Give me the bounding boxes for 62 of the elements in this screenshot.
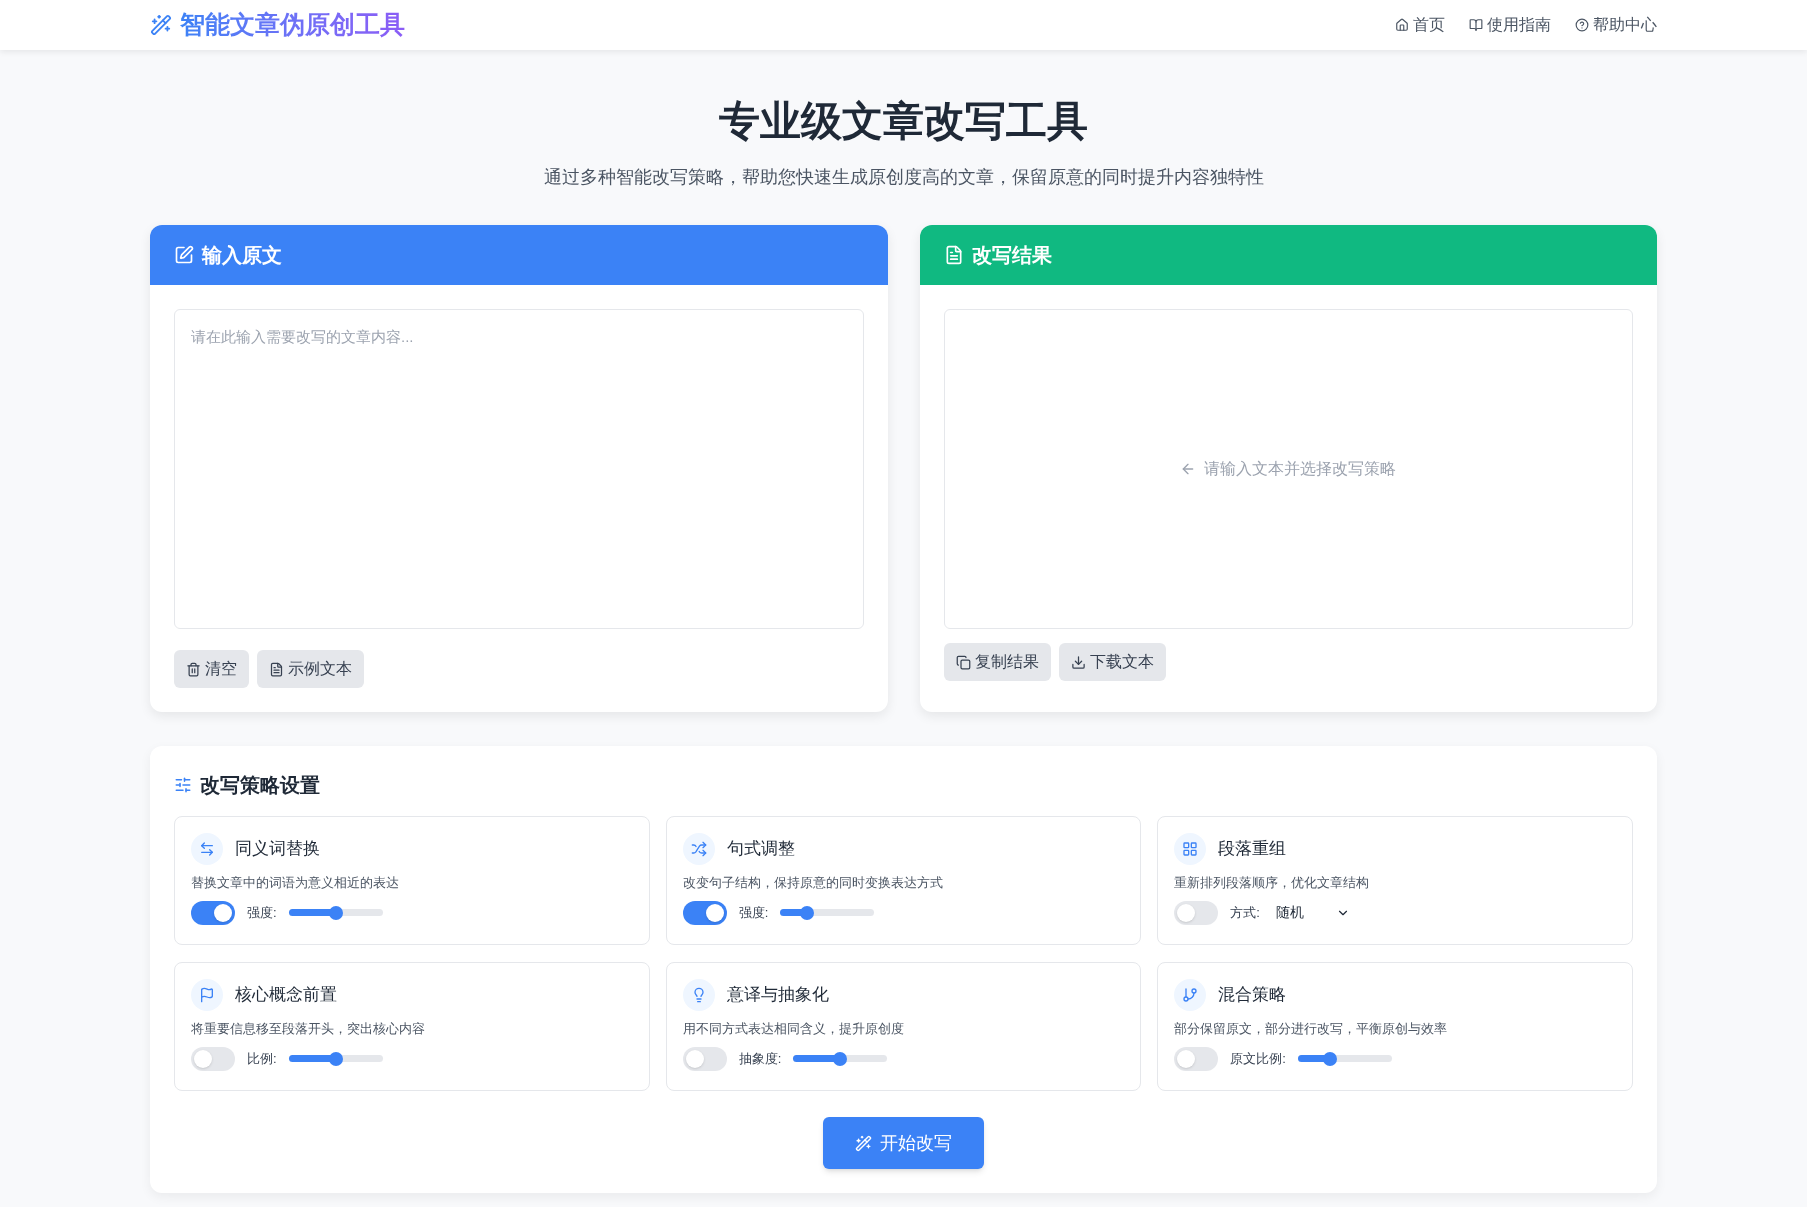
nav-link[interactable]: 首页 [1395,13,1445,37]
copy-icon [955,654,971,670]
strategy-name: 段落重组 [1218,838,1287,861]
slider[interactable] [288,904,383,921]
control-label: 强度: [738,903,769,922]
book-icon [1469,18,1483,32]
toggle-switch[interactable] [1174,1046,1219,1071]
method-select[interactable]: 随机 [1271,902,1354,923]
flag-icon [191,979,223,1011]
control-label: 比例: [247,1049,277,1068]
strategy-name: 句式调整 [726,838,795,861]
nav-link[interactable]: 帮助中心 [1575,13,1657,37]
toggle-switch[interactable] [1174,900,1219,925]
input-field[interactable]: 请在此输入需要改写的文章内容... [174,309,864,629]
settings-title: 改写策略设置 [200,773,320,798]
nav-link[interactable]: 使用指南 [1469,13,1551,37]
strategy-name: 意译与抽象化 [726,984,829,1007]
grid-icon [1174,833,1207,865]
slider[interactable] [1297,1050,1392,1067]
strategy-name: 核心概念前置 [235,984,337,1007]
action-button[interactable]: 示例文本 [257,650,364,688]
action-button[interactable]: 复制结果 [943,643,1051,681]
lightbulb-icon [682,979,715,1011]
slider[interactable] [793,1050,888,1067]
home-icon [1395,18,1409,32]
control-label: 抽象度: [738,1049,782,1068]
toggle-switch[interactable] [191,1046,235,1071]
toggle-switch[interactable] [682,1046,727,1071]
strategy-description: 重新排列段落顺序，优化文章结构 [1174,874,1371,892]
toggle-switch[interactable] [191,900,235,925]
strategy-description: 部分保留原文，部分进行改写，平衡原创与效率 [1174,1020,1449,1038]
strategy-description: 用不同方式表达相同含义，提升原创度 [682,1020,905,1038]
panel-title: 改写结果 [971,243,1052,268]
magic-wand-icon [150,14,172,36]
edit-icon [174,245,194,265]
download-icon [1070,654,1086,670]
page-subtitle: 通过多种智能改写策略，帮助您快速生成原创度高的文章，保留原意的同时提升内容独特性 [543,166,1264,189]
magic-wand-icon [855,1134,872,1152]
empty-hint: 请输入文本并选择改写策略 [1204,459,1397,479]
page-heading: 专业级文章改写工具 [719,97,1088,146]
document-icon [269,661,284,677]
control-label: 强度: [247,903,277,922]
trash-icon [186,661,201,677]
action-button[interactable]: 下载文本 [1058,643,1166,681]
panel-title: 输入原文 [202,243,282,268]
swap-arrows-icon [191,833,223,865]
start-button[interactable]: 开始改写 [823,1117,984,1169]
strategy-description: 替换文章中的词语为意义相近的表达 [191,874,400,892]
action-button[interactable]: 清空 [174,650,249,688]
strategy-description: 将重要信息移至段落开头，突出核心内容 [191,1020,426,1038]
strategy-description: 改变句子结构，保持原意的同时变换表达方式 [682,874,944,892]
sliders-icon [174,776,192,794]
slider[interactable] [780,904,875,921]
strategy-name: 混合策略 [1218,984,1287,1007]
branch-icon [1174,979,1207,1011]
slider[interactable] [288,1050,383,1067]
control-label: 方式: [1230,903,1260,922]
toggle-switch[interactable] [682,900,727,925]
shuffle-icon [682,833,715,865]
control-label: 原文比例: [1230,1049,1286,1068]
help-icon [1575,18,1589,32]
strategy-name: 同义词替换 [235,838,320,861]
